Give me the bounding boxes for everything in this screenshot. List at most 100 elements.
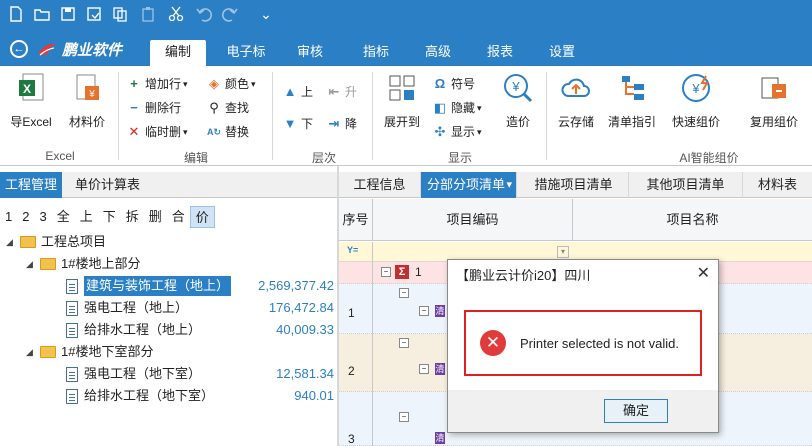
import-excel-button[interactable]: X 导Excel xyxy=(6,72,56,130)
list-tag-icon: 清 xyxy=(435,363,445,375)
save-icon[interactable] xyxy=(58,4,78,24)
temp-delete-button[interactable]: ✕ 临时删 ▾ xyxy=(126,122,188,142)
document-icon xyxy=(66,300,78,316)
filter-icon[interactable]: Y= xyxy=(347,245,358,255)
collapse-arrow-icon[interactable]: ◢ xyxy=(26,342,36,362)
collapse-box-icon[interactable]: − xyxy=(399,288,409,298)
new-file-icon[interactable] xyxy=(6,4,26,24)
undo-icon[interactable] xyxy=(194,4,214,24)
delete-tool-button[interactable]: 删 xyxy=(144,206,167,228)
back-arrow-icon[interactable]: ← xyxy=(10,40,28,58)
open-folder-icon[interactable] xyxy=(32,4,52,24)
lower-level-button[interactable]: ⇥ 降 xyxy=(326,114,357,134)
level-1-button[interactable]: 1 xyxy=(0,206,17,228)
paste-icon[interactable] xyxy=(138,4,158,24)
tree-node-label: 建筑与装饰工程（地上） xyxy=(84,276,232,296)
tab-project-management[interactable]: 工程管理 xyxy=(0,172,63,198)
group-label-ai: AI智能组价 xyxy=(679,151,739,165)
dialog-title: 【鹏业云计价i20】四川 xyxy=(456,268,591,283)
move-down-button[interactable]: ▼ 下 xyxy=(282,114,313,134)
tab-bianzhi[interactable]: 编制 xyxy=(150,40,206,66)
column-header-name[interactable]: 项目名称 xyxy=(573,199,812,241)
svg-text:¥: ¥ xyxy=(691,81,700,96)
cloud-storage-button[interactable]: 云存储 xyxy=(552,72,600,130)
tab-measures-list[interactable]: 措施项目清单 xyxy=(519,172,629,198)
move-down-tool-button[interactable]: 下 xyxy=(98,206,121,228)
tree-node-label: 强电工程（地下室） xyxy=(84,366,202,381)
tree-node[interactable]: 强电工程（地下室） xyxy=(66,364,201,384)
level-2-button[interactable]: 2 xyxy=(17,206,34,228)
expand-all-button[interactable]: 全 xyxy=(52,206,75,228)
tab-shezhi[interactable]: 设置 xyxy=(540,40,584,66)
tree-node[interactable]: ◢ 1#楼地下室部分 xyxy=(26,342,153,362)
quick-price-button[interactable]: ¥ 快速组价 xyxy=(666,72,726,130)
ribbon-divider xyxy=(118,72,119,160)
delete-row-button[interactable]: − 删除行 xyxy=(126,98,181,118)
tab-dianzibiao[interactable]: 电子标 xyxy=(218,40,274,66)
reuse-price-button[interactable]: 复用组价 xyxy=(744,72,804,130)
collapse-box-icon[interactable]: − xyxy=(381,267,391,277)
ok-button[interactable]: 确定 xyxy=(604,399,668,423)
tree-node[interactable]: 强电工程（地上） xyxy=(66,298,188,318)
price-button[interactable]: 价 xyxy=(189,206,215,228)
color-label: 颜色 xyxy=(225,77,250,91)
collapse-arrow-icon[interactable]: ◢ xyxy=(6,232,16,252)
collapse-box-icon[interactable]: − xyxy=(399,338,409,348)
tab-gaoji[interactable]: 高级 xyxy=(416,40,460,66)
find-button[interactable]: ⚲ 查找 xyxy=(206,98,249,118)
tree-node[interactable]: 给排水工程（地下室） xyxy=(66,386,214,406)
svg-text:¥: ¥ xyxy=(511,79,520,94)
display-button[interactable]: ✣ 显示 ▾ xyxy=(432,122,482,142)
tab-materials[interactable]: 材料表 xyxy=(743,172,812,198)
merge-button[interactable]: 合 xyxy=(167,206,190,228)
replace-button[interactable]: A↻ 替换 xyxy=(206,122,249,142)
tab-other-list[interactable]: 其他项目清单 xyxy=(629,172,743,198)
move-up-button[interactable]: ▲ 上 xyxy=(282,82,313,102)
tab-shenhe[interactable]: 审核 xyxy=(288,40,332,66)
tree-node[interactable]: 建筑与装饰工程（地上） xyxy=(66,276,232,296)
add-row-button[interactable]: + 增加行 ▾ xyxy=(126,74,188,94)
tree-node[interactable]: 给排水工程（地上） xyxy=(66,320,201,340)
tab-dropdown-icon[interactable]: ▾ xyxy=(506,172,512,198)
reuse-price-label: 复用组价 xyxy=(749,115,798,129)
column-header-code[interactable]: 项目编码 xyxy=(373,199,573,241)
tab-project-info[interactable]: 工程信息 xyxy=(339,172,421,198)
color-button[interactable]: ◈ 颜色 ▾ xyxy=(206,74,256,94)
collapse-box-icon[interactable]: − xyxy=(419,306,429,316)
collapse-arrow-icon[interactable]: ◢ xyxy=(26,254,36,274)
build-price-button[interactable]: ¥ 造价 xyxy=(496,72,540,130)
move-up-tool-button[interactable]: 上 xyxy=(75,206,98,228)
menu-bar: ← 鹏业软件 编制 电子标 审核 指标 高级 报表 设置 xyxy=(0,30,812,66)
symbol-button[interactable]: Ω 符号 xyxy=(432,74,475,94)
customize-icon[interactable]: ⌄ xyxy=(256,4,276,24)
column-header-seq[interactable]: 序号 xyxy=(339,199,373,241)
collapse-box-icon[interactable]: − xyxy=(399,412,409,422)
delete-x-icon: ✕ xyxy=(128,124,140,139)
raise-level-button[interactable]: ⇤ 升 xyxy=(326,82,357,102)
tree-node[interactable]: ◢ 1#楼地上部分 xyxy=(26,254,140,274)
copy-icon[interactable] xyxy=(110,4,130,24)
tree-node-value: 12,581.34 xyxy=(276,366,334,381)
cut-icon[interactable] xyxy=(166,4,186,24)
filter-dropdown-icon[interactable]: ▾ xyxy=(557,246,569,258)
expand-to-button[interactable]: 展开到 xyxy=(378,72,426,130)
list-guide-button[interactable]: 清单指引 xyxy=(604,72,660,130)
redo-icon[interactable] xyxy=(220,4,240,24)
tab-zhibiao[interactable]: 指标 xyxy=(354,40,398,66)
level-3-button[interactable]: 3 xyxy=(34,206,51,228)
tab-baobiao[interactable]: 报表 xyxy=(478,40,522,66)
search-icon: ⚲ xyxy=(209,100,219,115)
dropdown-arrow-icon: ▾ xyxy=(183,79,188,89)
tab-itemized-list[interactable]: 分部分项清单 ▾ xyxy=(421,172,517,198)
paint-bucket-icon: ◈ xyxy=(209,76,219,91)
tree-node[interactable]: ◢ 工程总项目 xyxy=(6,232,106,252)
split-button[interactable]: 拆 xyxy=(121,206,144,228)
collapse-box-icon[interactable]: − xyxy=(419,364,429,374)
save-as-icon[interactable] xyxy=(84,4,104,24)
hide-button[interactable]: ◧ 隐藏 ▾ xyxy=(432,98,482,118)
tab-unit-price-table[interactable]: 单价计算表 xyxy=(70,172,145,198)
close-icon[interactable]: ✕ xyxy=(697,263,710,283)
arrow-down-icon: ▼ xyxy=(283,116,297,131)
material-price-button[interactable]: ¥ 材料价 xyxy=(62,72,112,130)
raise-level-icon: ⇤ xyxy=(328,84,340,99)
